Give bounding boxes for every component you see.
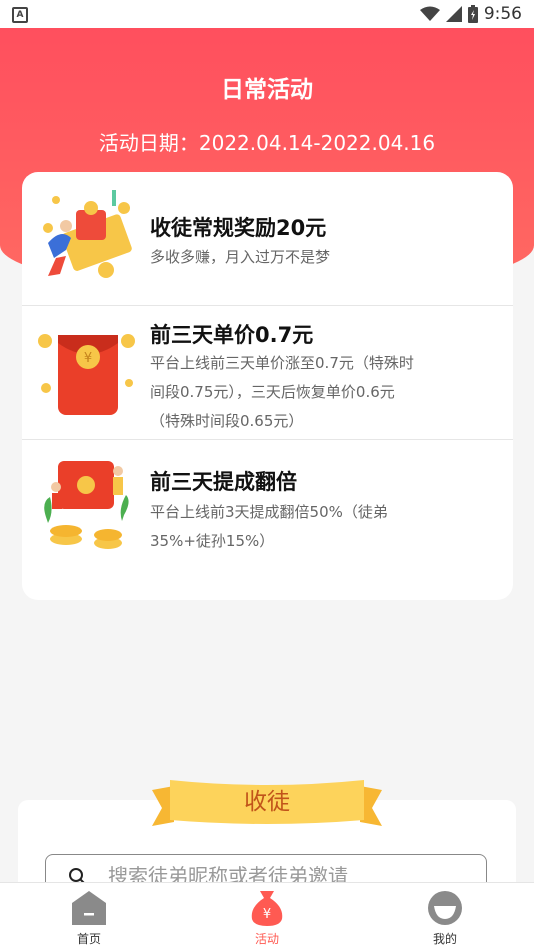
wifi-icon: [419, 6, 440, 21]
bottom-tab-bar: 首页 ¥ 活动 我的: [0, 882, 534, 951]
reward-desc: 平台上线前三天单价涨至0.7元（特殊时间段0.75元），三天后恢复单价0.6元（…: [150, 354, 414, 430]
signal-icon: [445, 6, 462, 22]
recruit-title: 收徒: [244, 789, 290, 815]
rewards-card: 收徒常规奖励20元 多收多赚，月入过万不是梦 ¥ 前三天单价0.7元 平台上线前…: [22, 172, 513, 600]
reward-title: 收徒常规奖励20元: [150, 216, 327, 240]
tab-activity[interactable]: ¥ 活动: [207, 883, 327, 951]
reward-item: ¥ 前三天单价0.7元 平台上线前三天单价涨至0.7元（特殊时间段0.75元），…: [22, 305, 513, 440]
reward-desc: 多收多赚，月入过万不是梦: [150, 248, 331, 266]
activity-date: 活动日期：2022.04.14-2022.04.16: [98, 131, 436, 155]
reward-desc: 平台上线前3天提成翻倍50%（徒弟35%+徒孙15%）: [150, 503, 388, 550]
tab-home[interactable]: 首页: [29, 883, 149, 951]
tab-label: 首页: [76, 932, 101, 946]
status-time: 9:56: [483, 4, 522, 24]
tab-label: 活动: [254, 932, 279, 946]
tab-label: 我的: [432, 932, 457, 946]
coins-illustration: [43, 190, 132, 278]
people-coins-illustration: [44, 461, 129, 549]
svg-text:¥: ¥: [263, 907, 271, 922]
reward-title: 前三天提成翻倍: [150, 470, 297, 494]
status-indicators: 9:56: [419, 4, 522, 24]
red-envelope-illustration: ¥: [38, 334, 135, 415]
reward-item: 收徒常规奖励20元 多收多赚，月入过万不是梦: [22, 172, 513, 306]
page-title: 日常活动: [221, 77, 313, 103]
status-bar: A 9:56: [0, 0, 534, 28]
reward-title: 前三天单价0.7元: [150, 323, 314, 347]
tab-profile[interactable]: 我的: [385, 883, 505, 951]
reward-item: 前三天提成翻倍 平台上线前3天提成翻倍50%（徒弟35%+徒孙15%）: [22, 439, 513, 600]
svg-text:¥: ¥: [84, 351, 92, 366]
home-icon: [72, 891, 106, 925]
money-bag-icon: ¥: [251, 891, 283, 926]
battery-icon: [467, 5, 478, 23]
app-notification-icon: A: [12, 7, 28, 23]
profile-icon: [428, 891, 462, 925]
